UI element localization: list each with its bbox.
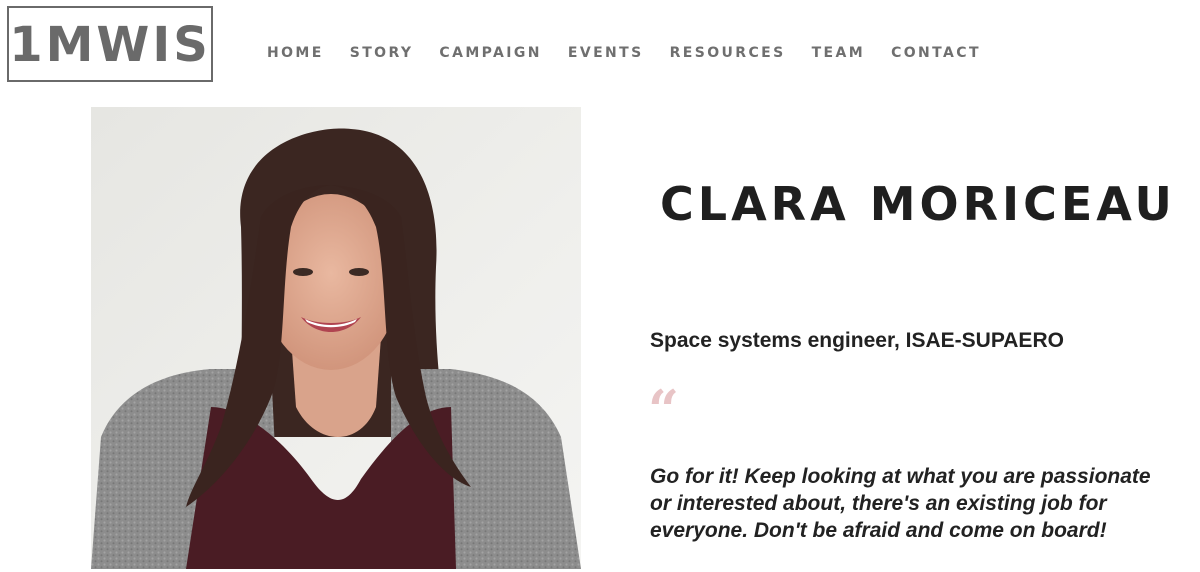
nav-item-resources[interactable]: RESOURCES — [670, 45, 786, 61]
profile-name: CLARA MORICEAU — [660, 176, 1176, 231]
main-nav: HOME STORY CAMPAIGN EVENTS RESOURCES TEA… — [267, 45, 1007, 61]
nav-item-home[interactable]: HOME — [267, 45, 324, 61]
logo-text: 1MWIS — [9, 17, 211, 73]
profile-quote: Go for it! Keep looking at what you are … — [650, 465, 1151, 542]
profile-role: Space systems engineer, ISAE-SUPAERO — [650, 329, 1064, 352]
nav-item-contact[interactable]: CONTACT — [891, 45, 981, 61]
portrait-photo — [91, 107, 581, 569]
nav-item-story[interactable]: STORY — [350, 45, 414, 61]
nav-item-team[interactable]: TEAM — [812, 45, 865, 61]
quote-mark-icon: “ — [648, 383, 680, 423]
site-logo[interactable]: 1MWIS — [7, 6, 213, 82]
nav-item-events[interactable]: EVENTS — [568, 45, 644, 61]
nav-item-campaign[interactable]: CAMPAIGN — [439, 45, 541, 61]
